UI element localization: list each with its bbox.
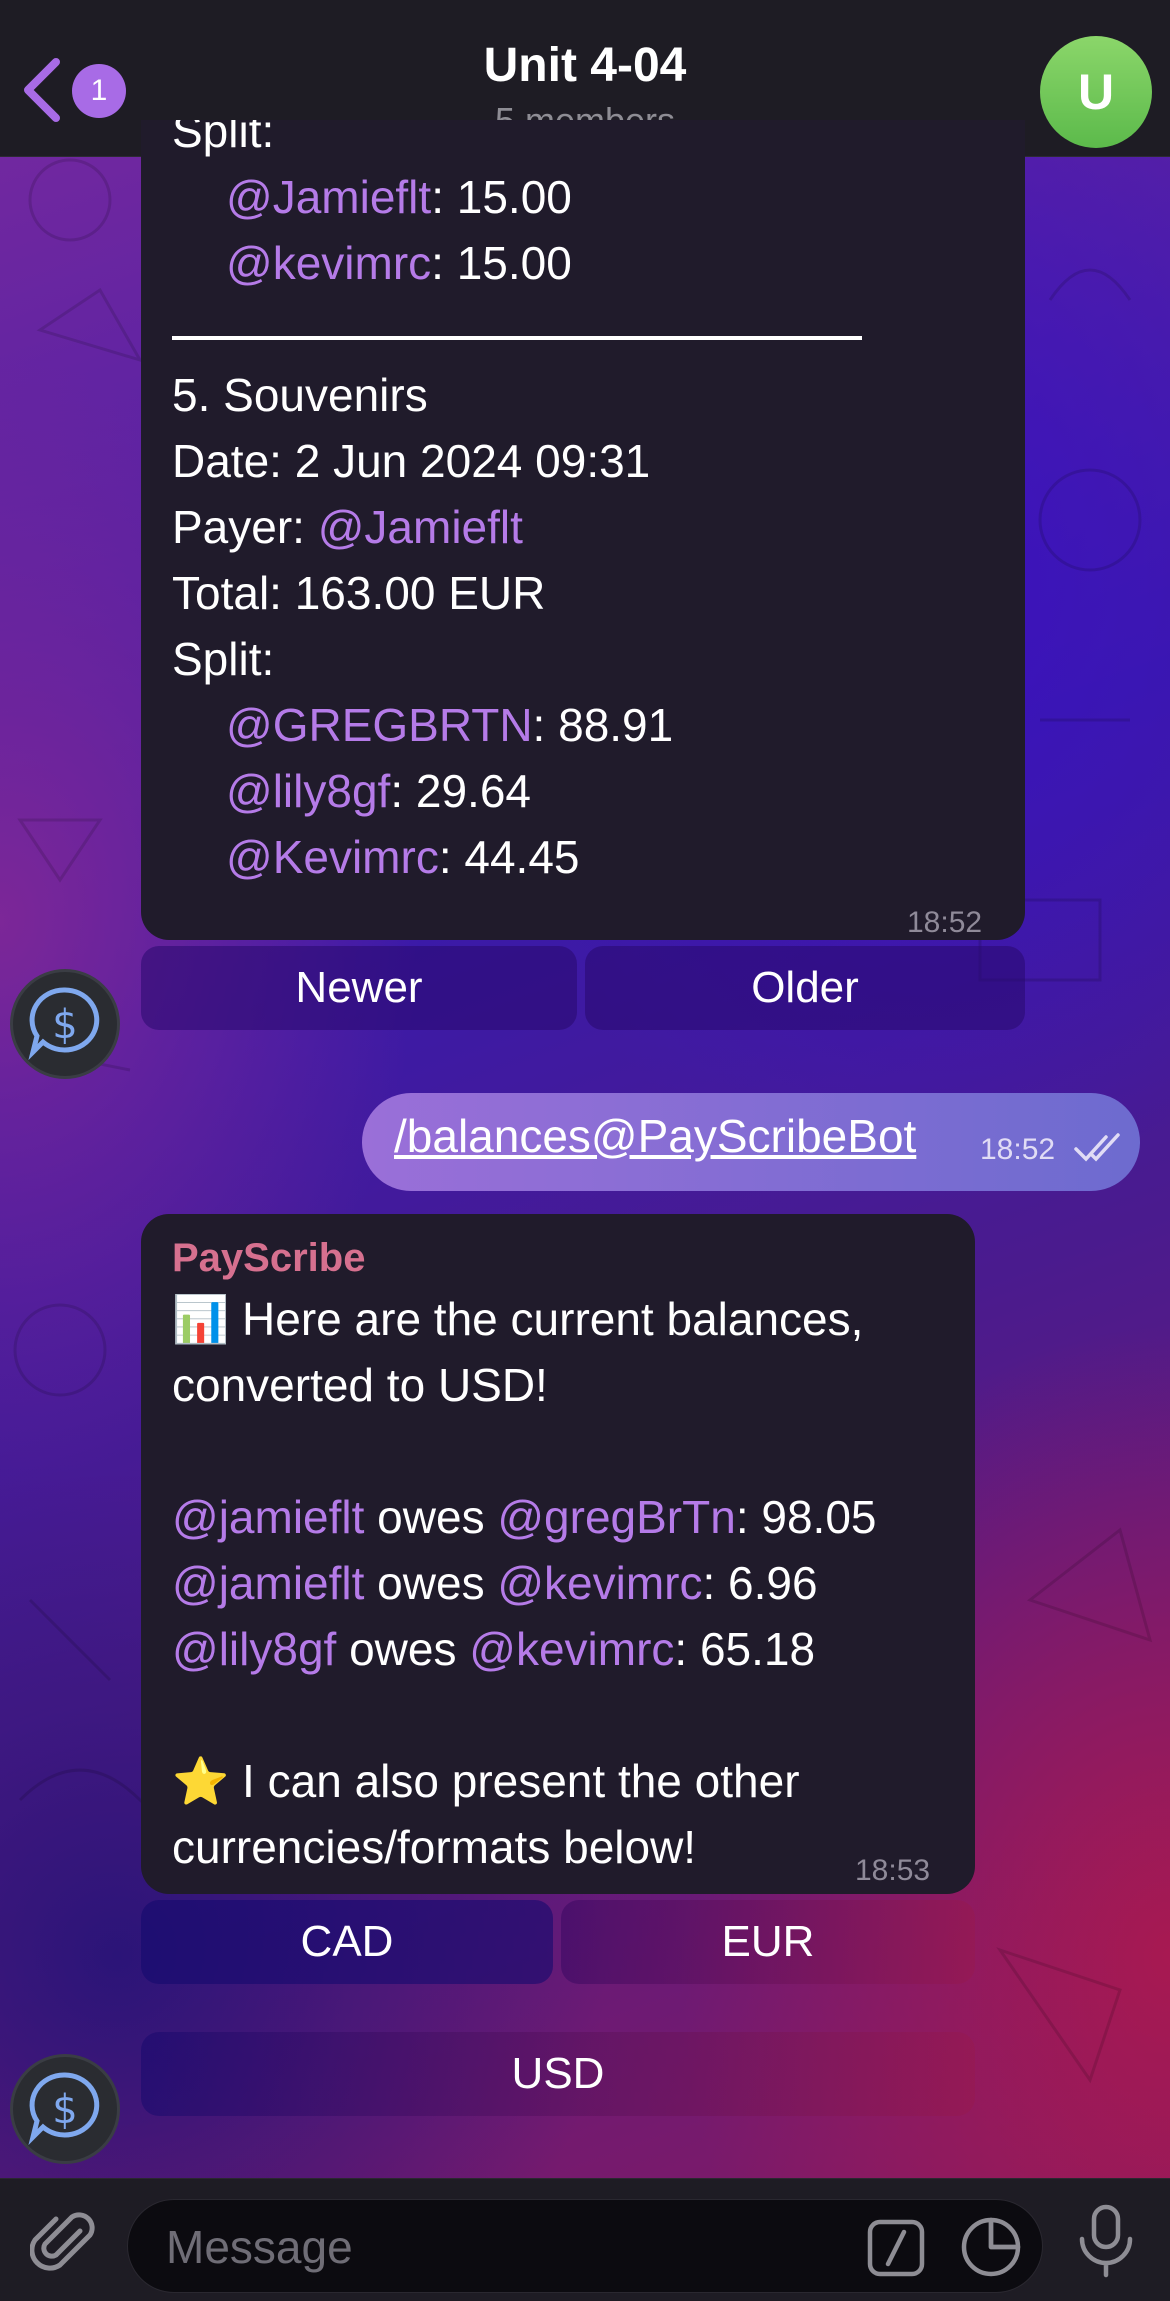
mention-link[interactable]: @GREGBRTN [226, 699, 533, 751]
history-message-bubble: Split: @Jamieflt: 15.00 @kevimrc: 15.00 … [141, 120, 1025, 940]
mention-link[interactable]: @Jamieflt [318, 501, 523, 553]
expense-title: 5. Souvenirs [172, 369, 428, 421]
outro-text: currencies/formats below! [172, 1821, 697, 1873]
split-label: Split: [172, 120, 275, 157]
split-label: Split: [172, 633, 275, 685]
svg-text:$: $ [52, 2087, 77, 2133]
dollar-chat-icon: $ [28, 987, 100, 1061]
intro-text: converted to USD! [172, 1359, 548, 1411]
outro-text: ⭐ I can also present the other [172, 1755, 800, 1807]
balance-row: @lily8gf owes @kevimrc: 65.18 [172, 1623, 816, 1675]
split-entry: @kevimrc: 15.00 [226, 237, 572, 289]
message-time: 18:52 [907, 906, 983, 939]
split-entry: @Jamieflt: 15.00 [226, 171, 572, 223]
paperclip-icon[interactable] [30, 2209, 100, 2279]
usd-button[interactable]: USD [141, 2032, 975, 2116]
mention-link[interactable]: @jamieflt [172, 1557, 364, 1609]
cad-button[interactable]: CAD [141, 1900, 553, 1984]
mention-link[interactable]: @lily8gf [172, 1623, 336, 1675]
bot-commands-icon[interactable] [866, 2218, 926, 2278]
mention-link[interactable]: @kevimrc [497, 1557, 702, 1609]
balance-row: @jamieflt owes @gregBrTn: 98.05 [172, 1491, 877, 1543]
mention-link[interactable]: @gregBrTn [497, 1491, 735, 1543]
separator-line [172, 336, 862, 340]
expense-total: Total: 163.00 EUR [172, 567, 546, 619]
outgoing-message-bubble: /balances@PayScribeBot 18:52 [362, 1093, 1140, 1191]
mention-link[interactable]: @kevimrc [226, 237, 431, 289]
message-composer: Message [0, 2178, 1170, 2301]
message-time: 18:53 [855, 1854, 931, 1887]
split-entry: @GREGBRTN: 88.91 [226, 699, 674, 751]
split-entry: @Kevimrc: 44.45 [226, 831, 580, 883]
bot-avatar[interactable]: $ [10, 2054, 120, 2164]
chat-title[interactable]: Unit 4-04 [0, 38, 1170, 93]
newer-button[interactable]: Newer [141, 946, 577, 1030]
double-check-icon [1074, 1133, 1120, 1162]
balances-message-bubble: PayScribe 📊 Here are the current balance… [141, 1214, 975, 1894]
mention-link[interactable]: @Kevimrc [226, 831, 439, 883]
intro-text: 📊 Here are the current balances, [172, 1293, 864, 1345]
sender-name[interactable]: PayScribe [172, 1230, 962, 1286]
bot-avatar[interactable]: $ [10, 969, 120, 1079]
message-input[interactable]: Message [127, 2199, 1043, 2293]
mention-link[interactable]: @Jamieflt [226, 171, 431, 223]
split-entry: @lily8gf: 29.64 [226, 765, 531, 817]
message-placeholder: Message [166, 2221, 353, 2273]
group-avatar[interactable]: U [1040, 36, 1152, 148]
svg-text:$: $ [52, 1002, 77, 1048]
command-link[interactable]: /balances@PayScribeBot [394, 1109, 916, 1163]
star-emoji-icon: ⭐ [172, 1755, 230, 1807]
chart-emoji-icon: 📊 [172, 1293, 230, 1345]
balance-row: @jamieflt owes @kevimrc: 6.96 [172, 1557, 818, 1609]
dollar-chat-icon: $ [28, 2072, 100, 2146]
message-time: 18:52 [980, 1133, 1056, 1166]
sticker-icon[interactable] [960, 2216, 1022, 2278]
expense-date: Date: 2 Jun 2024 09:31 [172, 435, 651, 487]
mention-link[interactable]: @jamieflt [172, 1491, 364, 1543]
eur-button[interactable]: EUR [561, 1900, 975, 1984]
expense-payer: Payer: @Jamieflt [172, 501, 523, 553]
microphone-icon[interactable] [1072, 2203, 1140, 2279]
mention-link[interactable]: @lily8gf [226, 765, 390, 817]
mention-link[interactable]: @kevimrc [469, 1623, 674, 1675]
older-button[interactable]: Older [585, 946, 1025, 1030]
